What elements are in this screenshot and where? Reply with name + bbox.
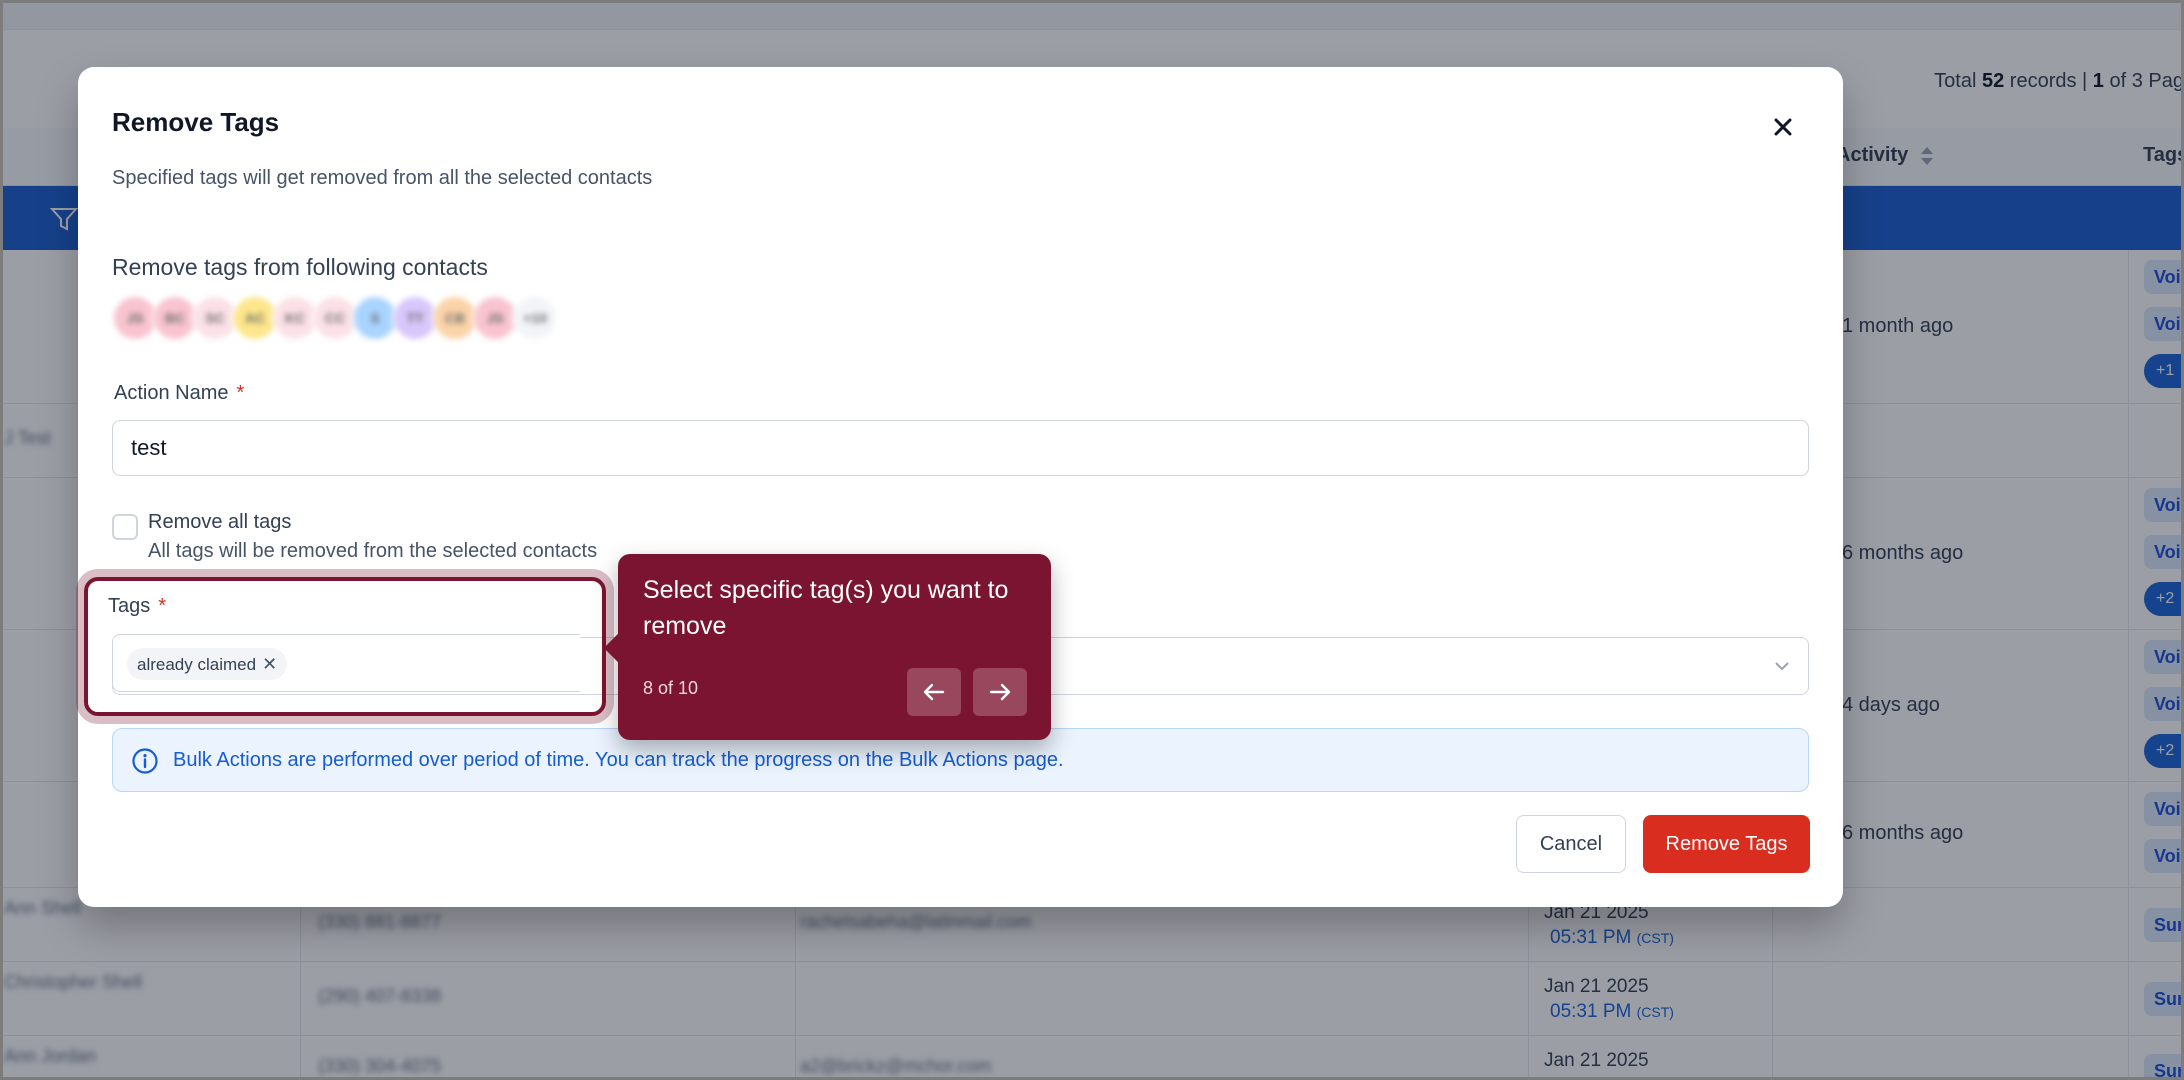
modal-title: Remove Tags <box>112 107 280 137</box>
action-name-label-text: Action Name <box>114 382 229 404</box>
tour-previous-button[interactable] <box>907 668 961 716</box>
remove-all-tags-checkbox[interactable] <box>112 514 138 540</box>
contacts-heading: Remove tags from following contacts <box>112 254 488 280</box>
modal-subtitle: Specified tags will get removed from all… <box>112 167 653 189</box>
tags-label-text: Tags <box>108 595 151 617</box>
remove-tags-modal: Remove Tags Specified tags will get remo… <box>78 67 1843 907</box>
tour-step-counter: 8 of 10 <box>643 678 699 698</box>
arrow-left-icon <box>923 683 945 701</box>
remove-tag-icon[interactable]: ✕ <box>262 654 277 674</box>
tags-label: Tags * <box>108 595 166 618</box>
chevron-down-icon <box>1775 662 1789 671</box>
arrow-right-icon <box>989 683 1011 701</box>
info-icon <box>132 748 158 774</box>
selected-tag-pill: already claimed ✕ <box>127 648 288 680</box>
required-asterisk: * <box>236 382 245 404</box>
close-icon[interactable] <box>1765 109 1801 145</box>
remove-all-tags-description: All tags will be removed from the select… <box>148 540 598 562</box>
tour-text: Select specific tag(s) you want to remov… <box>643 576 1009 640</box>
info-text: Bulk Actions are performed over period o… <box>173 749 1064 771</box>
avatar-group: JS BC SC AC KC CC S TT CB JS +10 <box>112 295 558 347</box>
remove-all-tags-label[interactable]: Remove all tags <box>148 511 291 534</box>
remove-tags-button[interactable]: Remove Tags <box>1643 815 1810 873</box>
action-name-input[interactable] <box>112 420 1809 476</box>
tour-tooltip: Select specific tag(s) you want to remov… <box>603 554 1051 740</box>
cancel-button[interactable]: Cancel <box>1516 815 1626 873</box>
action-name-label: Action Name * <box>114 382 244 405</box>
tags-select-highlighted[interactable]: already claimed ✕ <box>112 634 580 692</box>
tour-next-button[interactable] <box>973 668 1027 716</box>
selected-tag-label: already claimed <box>137 655 257 674</box>
avatar: +10 <box>512 295 558 341</box>
required-asterisk: * <box>158 595 167 617</box>
